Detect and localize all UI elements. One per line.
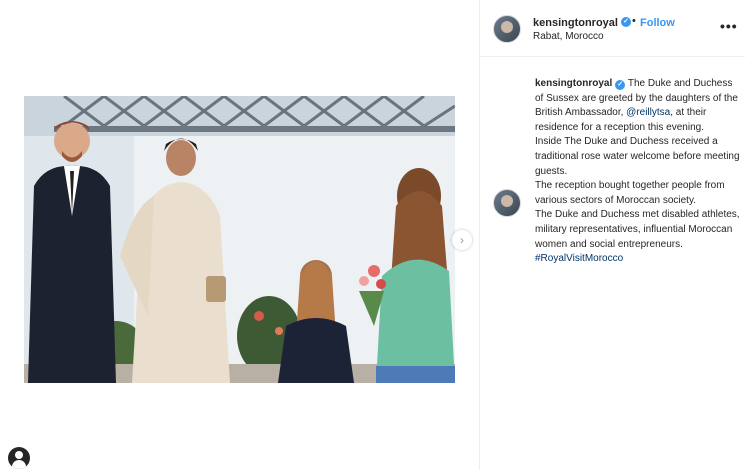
post-caption: kensingtonroyal ✓ The Duke and Duchess of… — [535, 77, 741, 267]
post-side-panel: kensingtonroyal ✓ • Follow Rabat, Morocc… — [480, 0, 745, 470]
location-link[interactable]: Rabat, Morocco — [533, 31, 604, 42]
caption-para2: Inside The Duke and Duchess received a t… — [535, 136, 740, 177]
user-avatar-icon[interactable] — [8, 447, 30, 469]
header-username[interactable]: kensingtonroyal — [533, 17, 618, 29]
post-media-panel: › — [0, 0, 480, 470]
hashtag-link[interactable]: #RoyalVisitMorocco — [535, 253, 623, 264]
caption-avatar[interactable] — [493, 189, 521, 217]
user-avatar-head — [15, 451, 23, 459]
photo-scene — [24, 96, 455, 383]
next-arrow-icon[interactable]: › — [452, 230, 472, 250]
post-photo[interactable] — [24, 96, 455, 383]
verified-badge-icon: ✓ — [615, 80, 626, 90]
follow-button[interactable]: Follow — [640, 17, 675, 29]
profile-avatar[interactable] — [493, 15, 521, 43]
more-options-icon[interactable]: ••• — [720, 18, 738, 34]
user-avatar-body — [12, 460, 26, 469]
header-separator: • — [632, 15, 636, 27]
post-header: kensingtonroyal ✓ • Follow Rabat, Morocc… — [480, 0, 745, 57]
caption-username[interactable]: kensingtonroyal — [535, 78, 612, 89]
mention-link[interactable]: @reillytsa — [626, 107, 670, 118]
caption-para3: The reception bought together people fro… — [535, 180, 725, 206]
verified-badge-icon: ✓ — [621, 17, 631, 27]
caption-para4: The Duke and Duchess met disabled athlet… — [535, 209, 740, 250]
